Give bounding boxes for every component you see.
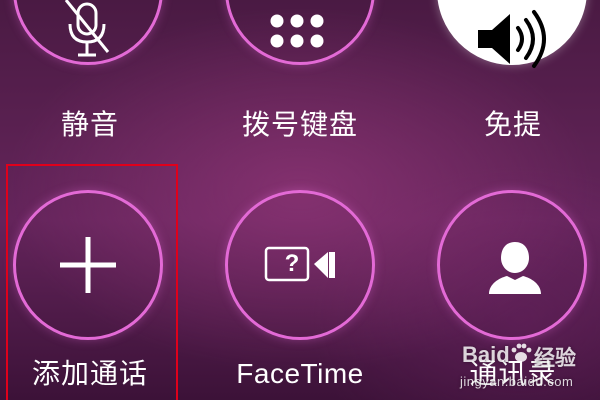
facetime-label: FaceTime <box>236 358 364 389</box>
keypad-label: 拨号键盘 <box>241 108 358 141</box>
keypad-grid-icon <box>270 14 324 48</box>
speaker-label: 免提 <box>483 108 542 141</box>
add-call-label: 添加通话 <box>31 357 148 390</box>
contacts-button[interactable] <box>437 190 587 340</box>
paw-icon <box>511 343 532 362</box>
mute-label: 静音 <box>60 108 119 141</box>
watermark-brand: Baid <box>462 342 510 367</box>
watermark-url: jingyan.baidu.com <box>460 374 574 389</box>
facetime-glyph: ? <box>284 250 300 277</box>
keypad-button[interactable] <box>225 0 375 65</box>
mute-button[interactable] <box>13 0 163 65</box>
speaker-icon <box>478 10 546 68</box>
facetime-button[interactable]: ? <box>225 190 375 340</box>
microphone-muted-icon <box>64 0 110 57</box>
person-silhouette-icon <box>489 242 541 294</box>
plus-icon <box>60 237 116 293</box>
watermark-brand-cn: 经验 <box>534 346 576 370</box>
add-call-button[interactable] <box>13 190 163 340</box>
speaker-button[interactable] <box>437 0 587 68</box>
watermark: Baid 经验 jingyan.baidu.com <box>458 332 598 398</box>
